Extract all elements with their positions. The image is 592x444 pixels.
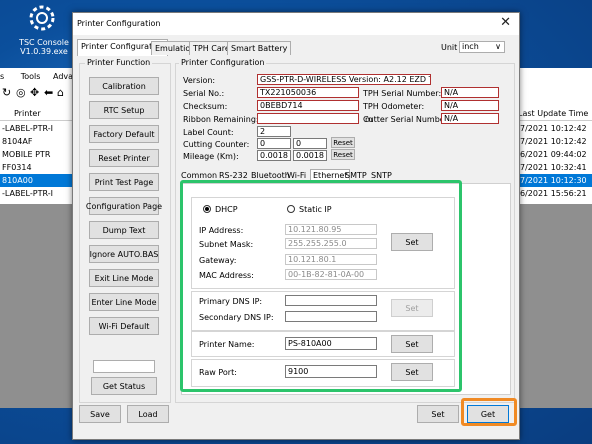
footer-set-button[interactable]: Set — [417, 405, 459, 423]
last-update-cell: 6/2021 15:56:21 — [520, 189, 587, 198]
version-label: Version: — [183, 76, 216, 85]
target-icon[interactable]: ◎ — [16, 86, 26, 99]
bg-menu-item[interactable]: Tools — [21, 72, 41, 81]
calibration-button[interactable]: Calibration — [89, 77, 159, 95]
ribbon-label: Ribbon Remaining: — [183, 115, 259, 124]
enter-line-mode-button[interactable]: Enter Line Mode — [89, 293, 159, 311]
reset-printer-button[interactable]: Reset Printer — [89, 149, 159, 167]
bg-toolbar: ↻ ◎ ✥ ⬅ ⌂ — [0, 86, 80, 102]
desktop-icon-label: TSC Console V1.0.39.exe — [19, 38, 69, 56]
ethernet-highlight — [180, 180, 462, 392]
configuration-page-button[interactable]: Configuration Page — [86, 197, 162, 215]
ignore-autobas-button[interactable]: Ignore AUTO.BAS — [89, 245, 159, 263]
gear-icon[interactable] — [26, 4, 62, 34]
subtab-sntp[interactable]: SNTP — [371, 171, 392, 180]
bg-menu-item[interactable]: s — [0, 72, 4, 81]
mileage-field-2[interactable]: 0.0018 — [293, 150, 327, 161]
subtab-rs232[interactable]: RS-232 — [219, 171, 248, 180]
cutter-serial-field: N/A — [441, 113, 499, 124]
unit-select[interactable]: inch ∨ — [459, 41, 505, 53]
last-update-cell: 7/2021 10:12:42 — [520, 137, 587, 146]
version-field: GSS-PTR-D-WIRELESS Version: A2.12 EZD TC… — [257, 74, 431, 85]
cutting-counter-field-2[interactable]: 0 — [293, 138, 327, 149]
subtab-common[interactable]: Common — [181, 171, 217, 180]
home-icon[interactable]: ⌂ — [57, 86, 64, 99]
ribbon-field — [257, 113, 359, 124]
cutting-counter-field[interactable]: 0 — [257, 138, 291, 149]
chevron-down-icon: ∨ — [495, 42, 501, 51]
factory-default-button[interactable]: Factory Default — [89, 125, 159, 143]
dump-text-button[interactable]: Dump Text — [89, 221, 159, 239]
checksum-field: 0BEBD714 — [257, 100, 359, 111]
dialog-titlebar: Printer Configuration ✕ — [73, 13, 519, 35]
reset-mileage-button[interactable]: Reset — [331, 149, 355, 160]
tph-serial-label: TPH Serial Number: — [363, 89, 442, 98]
cutting-counter-label: Cutting Counter: — [183, 140, 250, 149]
unit-label: Unit — [441, 43, 458, 52]
last-update-cell: 6/2021 09:44:02 — [520, 150, 587, 159]
wifi-default-button[interactable]: Wi-Fi Default — [89, 317, 159, 335]
subtab-smtp[interactable]: SMTP — [345, 171, 367, 180]
printer-cell: MOBILE PTR — [2, 150, 51, 159]
printer-cell: 8104AF — [2, 137, 33, 146]
last-update-cell: 7/2021 10:12:42 — [520, 124, 587, 133]
tph-odometer-label: TPH Odometer: — [363, 102, 425, 111]
mileage-label: Mileage (Km): — [183, 152, 239, 161]
refresh-icon[interactable]: ↻ — [2, 86, 11, 99]
reset-cutting-button[interactable]: Reset — [331, 137, 355, 148]
rtc-setup-button[interactable]: RTC Setup — [89, 101, 159, 119]
get-status-button[interactable]: Get Status — [91, 377, 157, 395]
exit-line-mode-button[interactable]: Exit Line Mode — [89, 269, 159, 287]
get-button-highlight — [461, 398, 517, 426]
tab-smart-battery[interactable]: Smart Battery — [227, 41, 292, 55]
checksum-label: Checksum: — [183, 102, 228, 111]
dialog-title: Printer Configuration — [77, 19, 161, 28]
printer-cell: 810A00 — [2, 176, 33, 185]
bg-column-last-update[interactable]: Last Update Time — [516, 108, 592, 121]
label-count-field: 2 — [257, 126, 291, 137]
serial-field: TX221050036 — [257, 87, 359, 98]
tph-odometer-field: N/A — [441, 100, 499, 111]
tph-serial-field: N/A — [441, 87, 499, 98]
subtab-bluetooth[interactable]: Bluetooth — [251, 171, 290, 180]
save-button[interactable]: Save — [79, 405, 121, 423]
configuration-group-title: Printer Configuration — [179, 58, 267, 67]
subtab-wifi[interactable]: Wi-Fi — [287, 171, 306, 180]
load-button[interactable]: Load — [127, 405, 169, 423]
label-count-label: Label Count: — [183, 128, 234, 137]
cutter-serial-label: Cutter Serial Number: — [363, 115, 451, 124]
back-icon[interactable]: ⬅ — [44, 86, 53, 99]
status-field — [93, 360, 155, 373]
print-test-page-button[interactable]: Print Test Page — [89, 173, 159, 191]
close-icon[interactable]: ✕ — [500, 15, 511, 30]
bg-column-printer[interactable]: Printer — [0, 108, 72, 121]
mileage-field[interactable]: 0.0018 — [257, 150, 291, 161]
serial-label: Serial No.: — [183, 89, 225, 98]
printer-cell: -LABEL-PTR-I — [2, 124, 53, 133]
printer-function-title: Printer Function — [85, 58, 153, 67]
move-icon[interactable]: ✥ — [30, 86, 39, 99]
last-update-cell: 7/2021 10:12:30 — [520, 176, 587, 185]
printer-cell: -LABEL-PTR-I — [2, 189, 53, 198]
last-update-cell: 7/2021 10:32:41 — [520, 163, 587, 172]
printer-cell: FF0314 — [2, 163, 32, 172]
